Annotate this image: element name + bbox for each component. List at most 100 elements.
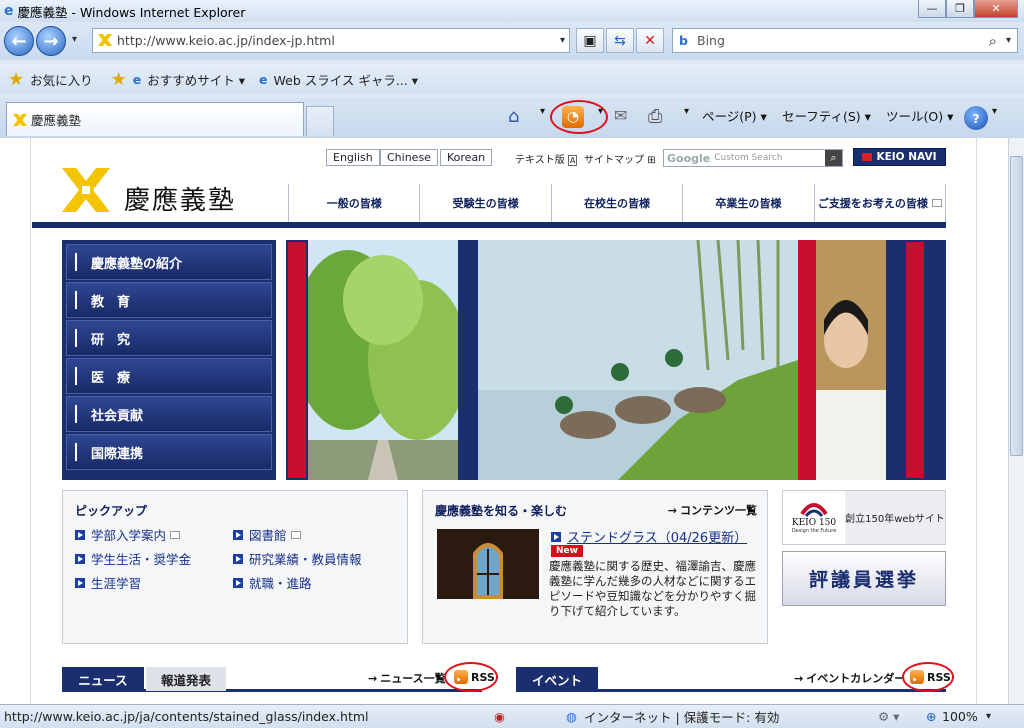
- scrollbar-thumb[interactable]: [1010, 156, 1023, 456]
- pickup-link-lifelong[interactable]: 生涯学習: [75, 573, 141, 592]
- tab-news[interactable]: ニュース: [62, 667, 144, 691]
- pickup-link-research[interactable]: 研究業績・教員情報: [233, 549, 362, 568]
- forward-button[interactable]: →: [36, 26, 66, 56]
- nav-applicants[interactable]: 受験生の皆様: [419, 184, 550, 222]
- menu-international[interactable]: 国際連携: [66, 434, 272, 470]
- event-calendar-link[interactable]: → イベントカレンダー: [794, 670, 905, 686]
- link-arrow-icon: [75, 553, 85, 564]
- text-version-link[interactable]: テキスト版 A: [515, 151, 578, 166]
- pickup-title: ピックアップ: [75, 504, 148, 518]
- zone-settings-icon[interactable]: ⚙ ▾: [878, 709, 899, 724]
- external-link-icon: [170, 530, 181, 539]
- refresh-icon[interactable]: ⇆: [606, 28, 634, 53]
- pickup-link-student-life[interactable]: 学生生活・奨学金: [75, 549, 191, 568]
- nav-supporters-label: ご支援をお考えの皆様: [817, 197, 928, 210]
- favorites-star-icon[interactable]: ★: [8, 69, 24, 90]
- search-dropdown-icon[interactable]: ▾: [1006, 35, 1011, 46]
- minimize-button[interactable]: —: [918, 0, 946, 18]
- tab-bar: 慶應義塾 ⌂ ▾ ◔ ▾ ✉ ⎙ ▾ ページ(P) ▾ セーフティ(S) ▾ ツ…: [0, 98, 1024, 138]
- mail-icon[interactable]: ✉: [614, 106, 627, 125]
- site-search-input[interactable]: Google Custom Search ⌕: [663, 149, 843, 167]
- stained-glass-link[interactable]: ステンドグラス（04/26更新）: [551, 527, 747, 546]
- hero-banner[interactable]: [286, 240, 946, 480]
- stop-icon[interactable]: ✕: [636, 28, 664, 53]
- address-bar[interactable]: http://www.keio.ac.jp/index-jp.html ▾: [92, 28, 570, 53]
- pickup-link-library[interactable]: 図書館: [233, 525, 301, 544]
- menu-education[interactable]: 教 育: [66, 282, 272, 318]
- bing-icon: b: [679, 33, 688, 48]
- tab-events[interactable]: イベント: [516, 667, 598, 691]
- sitemap-link[interactable]: サイトマップ ⊞: [584, 151, 656, 166]
- tab-active[interactable]: 慶應義塾: [6, 102, 304, 136]
- maximize-button[interactable]: ❐: [946, 0, 974, 18]
- window-title: 慶應義塾 - Windows Internet Explorer: [17, 4, 246, 20]
- rss-dropdown-icon[interactable]: ▾: [598, 106, 603, 117]
- search-icon[interactable]: ⌕: [989, 32, 997, 50]
- site-search-button[interactable]: ⌕: [825, 150, 842, 166]
- councillor-election-banner[interactable]: 評議員選挙: [782, 551, 946, 606]
- lang-korean-button[interactable]: Korean: [440, 149, 493, 166]
- close-button[interactable]: ✕: [974, 0, 1018, 18]
- favorites-item-suggested[interactable]: おすすめサイト ▾: [147, 70, 245, 89]
- google-logo: Google: [667, 151, 711, 165]
- help-icon[interactable]: ?: [964, 106, 988, 130]
- hero-stripe-red-left: [288, 242, 306, 478]
- news-list-link[interactable]: → ニュース一覧: [368, 670, 446, 686]
- zoom-icon[interactable]: ⊕: [926, 709, 936, 724]
- menu-research[interactable]: 研 究: [66, 320, 272, 356]
- safety-menu[interactable]: セーフティ(S) ▾: [782, 106, 871, 125]
- lang-english-button[interactable]: English: [326, 149, 380, 166]
- pickup-link-career-label: 就職・進路: [249, 576, 312, 591]
- status-url: http://www.keio.ac.jp/ja/contents/staine…: [4, 709, 369, 724]
- print-icon[interactable]: ⎙: [648, 106, 662, 127]
- site-logo-text[interactable]: 慶應義塾: [124, 180, 236, 217]
- nav-alumni[interactable]: 卒業生の皆様: [682, 184, 813, 222]
- vertical-scrollbar[interactable]: [1008, 138, 1024, 704]
- favorites-button[interactable]: お気に入り: [30, 70, 93, 89]
- print-dropdown-icon[interactable]: ▾: [684, 106, 689, 117]
- nav-general[interactable]: 一般の皆様: [288, 184, 419, 222]
- external-link-icon: [931, 199, 942, 207]
- lang-chinese-button[interactable]: Chinese: [380, 149, 438, 166]
- pickup-link-career[interactable]: 就職・進路: [233, 573, 312, 592]
- new-tab-button[interactable]: [306, 106, 334, 136]
- page-menu[interactable]: ページ(P) ▾: [702, 106, 767, 125]
- pickup-link-admission[interactable]: 学部入学案内: [75, 525, 181, 544]
- link-arrow-icon: [233, 529, 243, 540]
- nav-supporters[interactable]: ご支援をお考えの皆様: [813, 184, 947, 222]
- add-favorite-icon[interactable]: ★: [111, 69, 127, 90]
- history-dropdown-icon[interactable]: ▾: [72, 34, 77, 45]
- privacy-report-icon[interactable]: ◉: [494, 709, 505, 724]
- text-version-label: テキスト版: [515, 155, 565, 166]
- compatibility-view-icon[interactable]: ▣: [576, 28, 604, 53]
- arrow-icon: →: [368, 671, 378, 685]
- keio-navi-button[interactable]: KEIO NAVI: [853, 148, 946, 166]
- zoom-level[interactable]: 100%: [942, 709, 978, 724]
- home-icon[interactable]: ⌂: [508, 106, 519, 127]
- keio150-banner[interactable]: KEIO 150 Design the Future 創立150年webサイト: [782, 490, 946, 545]
- favorites-item-webslice[interactable]: Web スライス ギャラ... ▾: [274, 70, 419, 89]
- address-dropdown-icon[interactable]: ▾: [560, 35, 565, 46]
- menu-about[interactable]: 慶應義塾の紹介: [66, 244, 272, 280]
- keio150-tagline: Design the Future: [791, 527, 837, 534]
- zoom-dropdown-icon[interactable]: ▾: [986, 711, 991, 722]
- keio-navi-label: KEIO NAVI: [876, 151, 937, 163]
- help-dropdown-icon[interactable]: ▾: [992, 106, 997, 117]
- keio150-label: 創立150年webサイト: [845, 491, 945, 544]
- contents-list-link[interactable]: → コンテンツ一覧: [668, 502, 757, 518]
- menu-medical[interactable]: 医 療: [66, 358, 272, 394]
- keio150-logo-text: KEIO 150: [791, 517, 837, 528]
- tab-press[interactable]: 報道発表: [146, 667, 226, 691]
- pickup-link-student-life-label: 学生生活・奨学金: [91, 552, 192, 567]
- nav-students[interactable]: 在校生の皆様: [550, 184, 682, 222]
- keio-pen-logo[interactable]: [60, 166, 112, 216]
- stained-glass-description: 慶應義塾に関する歴史、福澤諭吉、慶應義塾に学んだ幾多の人材などに関するエピソード…: [549, 559, 756, 618]
- news-rss-highlight-ring: [444, 662, 498, 692]
- sitemap-label: サイトマップ: [584, 155, 644, 166]
- menu-community[interactable]: 社会貢献: [66, 396, 272, 432]
- back-button[interactable]: ←: [4, 26, 34, 56]
- home-dropdown-icon[interactable]: ▾: [540, 106, 545, 117]
- stained-glass-thumbnail[interactable]: [437, 529, 539, 599]
- search-box[interactable]: b Bing ⌕ ▾: [672, 28, 1018, 53]
- tools-menu[interactable]: ツール(O) ▾: [886, 106, 953, 125]
